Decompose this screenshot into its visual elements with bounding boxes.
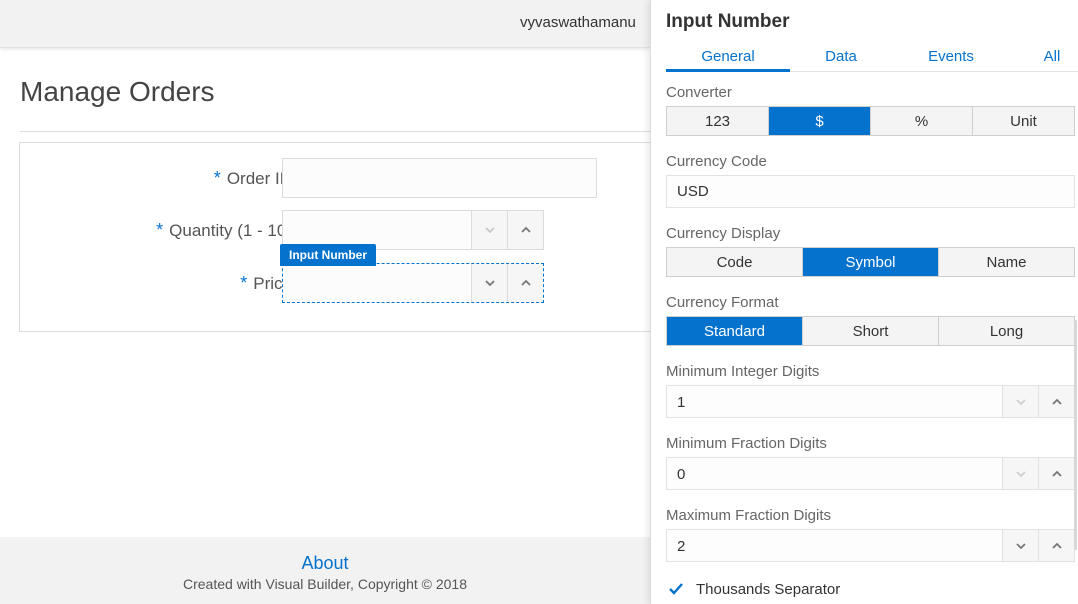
converter-option-currency[interactable]: $ <box>769 107 871 135</box>
currency-display-symbol[interactable]: Symbol <box>803 248 939 276</box>
chevron-down-icon <box>484 280 495 287</box>
currency-display-code[interactable]: Code <box>667 248 803 276</box>
panel-tabs: General Data Events All <box>666 46 1078 72</box>
property-panel: Input Number General Data Events All Con… <box>650 0 1078 604</box>
min-fraction-digits-value[interactable]: 0 <box>677 466 685 483</box>
currency-format-short[interactable]: Short <box>803 317 939 345</box>
currency-format-standard[interactable]: Standard <box>667 317 803 345</box>
min-integer-digits-label: Minimum Integer Digits <box>666 363 820 380</box>
currency-code-input[interactable]: USD <box>666 175 1075 208</box>
price-field[interactable] <box>283 264 471 302</box>
user-name[interactable]: vyvaswathamanu <box>520 14 650 31</box>
max-fraction-digits-decrement[interactable] <box>1002 530 1038 561</box>
footer: About Created with Visual Builder, Copyr… <box>0 537 650 604</box>
min-fraction-digits-input[interactable]: 0 <box>666 457 1075 490</box>
chevron-down-icon <box>1015 470 1026 477</box>
order-id-label: * Order ID <box>214 168 292 189</box>
chevron-down-icon <box>484 227 495 234</box>
title-divider <box>20 131 650 132</box>
check-icon[interactable] <box>666 579 686 599</box>
currency-format-label: Currency Format <box>666 294 779 311</box>
tab-data[interactable]: Data <box>806 48 876 72</box>
about-link[interactable]: About <box>0 553 650 574</box>
tab-all[interactable]: All <box>1034 48 1070 72</box>
price-row: * Price <box>20 263 660 303</box>
converter-option-percent[interactable]: % <box>871 107 973 135</box>
order-id-row: * Order ID <box>20 158 660 198</box>
max-fraction-digits-label: Maximum Fraction Digits <box>666 507 832 524</box>
page-title: Manage Orders <box>20 76 215 107</box>
panel-scrollbar[interactable] <box>1074 320 1077 550</box>
currency-code-label: Currency Code <box>666 153 767 170</box>
min-integer-digits-decrement[interactable] <box>1002 386 1038 417</box>
currency-display-name[interactable]: Name <box>939 248 1074 276</box>
quantity-decrement-button[interactable] <box>471 211 507 249</box>
tab-events[interactable]: Events <box>916 48 986 72</box>
converter-option-unit[interactable]: Unit <box>973 107 1074 135</box>
order-form: * Order ID * Quantity (1 - 10) * Price <box>19 142 659 332</box>
price-decrement-button[interactable] <box>471 264 507 302</box>
max-fraction-digits-increment[interactable] <box>1038 530 1074 561</box>
converter-toggle: 123 $ % Unit <box>666 106 1075 136</box>
order-id-input[interactable] <box>282 158 597 198</box>
max-fraction-digits-input[interactable]: 2 <box>666 529 1075 562</box>
chevron-up-icon <box>1051 398 1062 405</box>
converter-label: Converter <box>666 84 732 101</box>
currency-display-label: Currency Display <box>666 225 781 242</box>
required-marker: * <box>240 273 248 293</box>
chevron-up-icon <box>520 279 531 286</box>
quantity-increment-button[interactable] <box>507 211 543 249</box>
panel-title: Input Number <box>666 11 790 32</box>
chevron-up-icon <box>520 226 531 233</box>
min-fraction-digits-decrement[interactable] <box>1002 458 1038 489</box>
required-marker: * <box>213 168 221 188</box>
min-integer-digits-value[interactable]: 1 <box>677 394 685 411</box>
converter-option-number[interactable]: 123 <box>667 107 769 135</box>
min-integer-digits-input[interactable]: 1 <box>666 385 1075 418</box>
chevron-down-icon <box>1015 398 1026 405</box>
currency-display-toggle: Code Symbol Name <box>666 247 1075 277</box>
thousands-separator-label: Thousands Separator <box>696 580 841 598</box>
max-fraction-digits-value[interactable]: 2 <box>677 538 685 555</box>
tab-general[interactable]: General <box>666 48 790 72</box>
app-header: vyvaswathamanu <box>0 0 650 48</box>
min-integer-digits-increment[interactable] <box>1038 386 1074 417</box>
chevron-up-icon <box>1051 542 1062 549</box>
copyright-text: Created with Visual Builder, Copyright ©… <box>183 576 467 592</box>
chevron-up-icon <box>1051 470 1062 477</box>
price-increment-button[interactable] <box>507 264 543 302</box>
chevron-down-icon <box>1015 542 1026 549</box>
thousands-separator-row[interactable]: Thousands Separator <box>666 578 840 600</box>
min-fraction-digits-increment[interactable] <box>1038 458 1074 489</box>
quantity-label-text: Quantity (1 - 10) <box>169 221 292 240</box>
min-fraction-digits-label: Minimum Fraction Digits <box>666 435 827 452</box>
price-input[interactable] <box>282 263 544 303</box>
selection-badge[interactable]: Input Number <box>280 244 376 266</box>
currency-format-toggle: Standard Short Long <box>666 316 1075 346</box>
required-marker: * <box>156 220 164 240</box>
quantity-label: * Quantity (1 - 10) <box>156 220 292 241</box>
currency-format-long[interactable]: Long <box>939 317 1074 345</box>
